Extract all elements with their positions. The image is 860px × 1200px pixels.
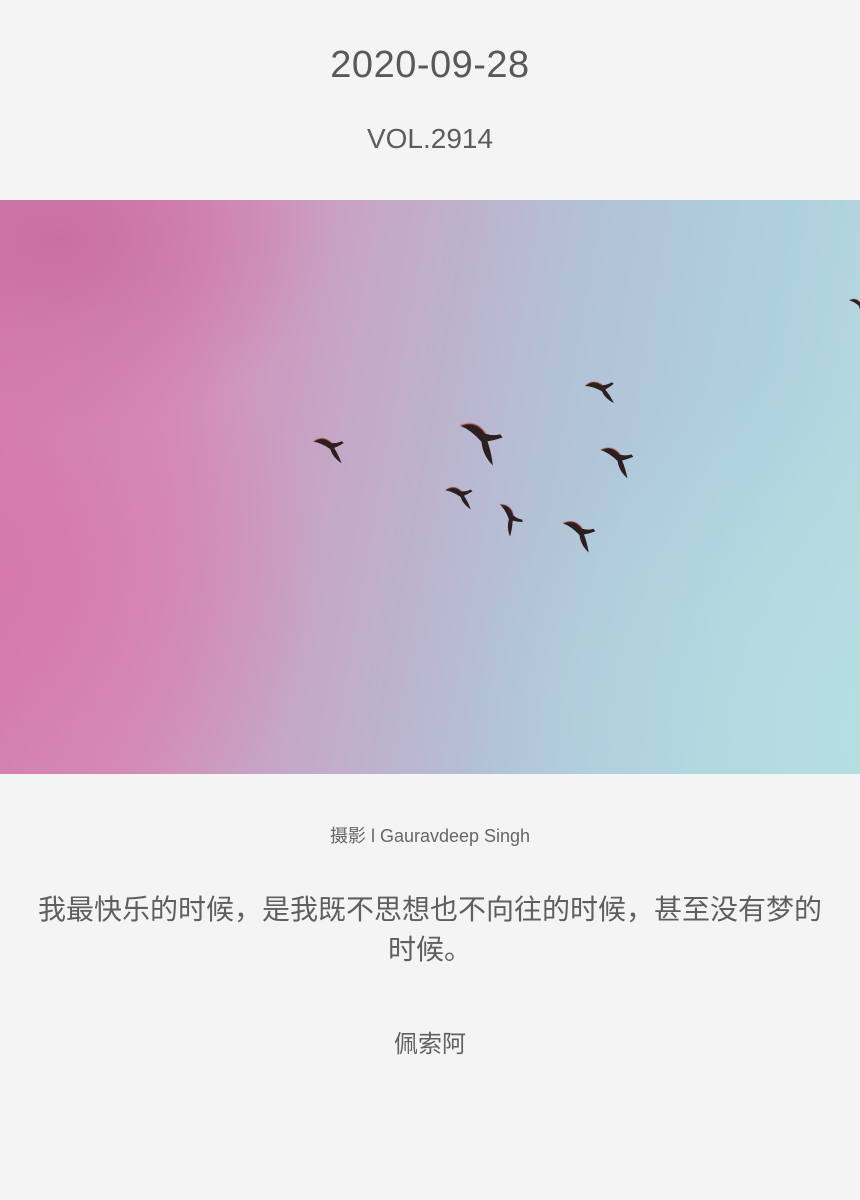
bird-4 [598, 446, 635, 480]
birds-illustration [312, 298, 860, 554]
volume-number: VOL.2914 [366, 123, 494, 154]
date-heading: 2020-09-28 [330, 44, 530, 86]
bird-7 [559, 519, 597, 554]
article-page: 2020-09-28 VOL.2914 摄影 l Gauravdeep Sing… [0, 0, 860, 1200]
bird-2 [454, 421, 506, 468]
bird-1 [312, 435, 347, 467]
bird-8 [848, 298, 860, 316]
bird-5 [444, 484, 476, 513]
bird-3 [583, 377, 619, 409]
bird-6 [487, 501, 527, 540]
quote-author: 佩索阿 [394, 1031, 466, 1058]
quote-text: 我最快乐的时候，是我既不思想也不向往的时候，甚至没有梦的时候。 [37, 894, 822, 965]
photo-credit: 摄影 l Gauravdeep Singh [329, 826, 531, 846]
cover-photo [0, 200, 860, 774]
